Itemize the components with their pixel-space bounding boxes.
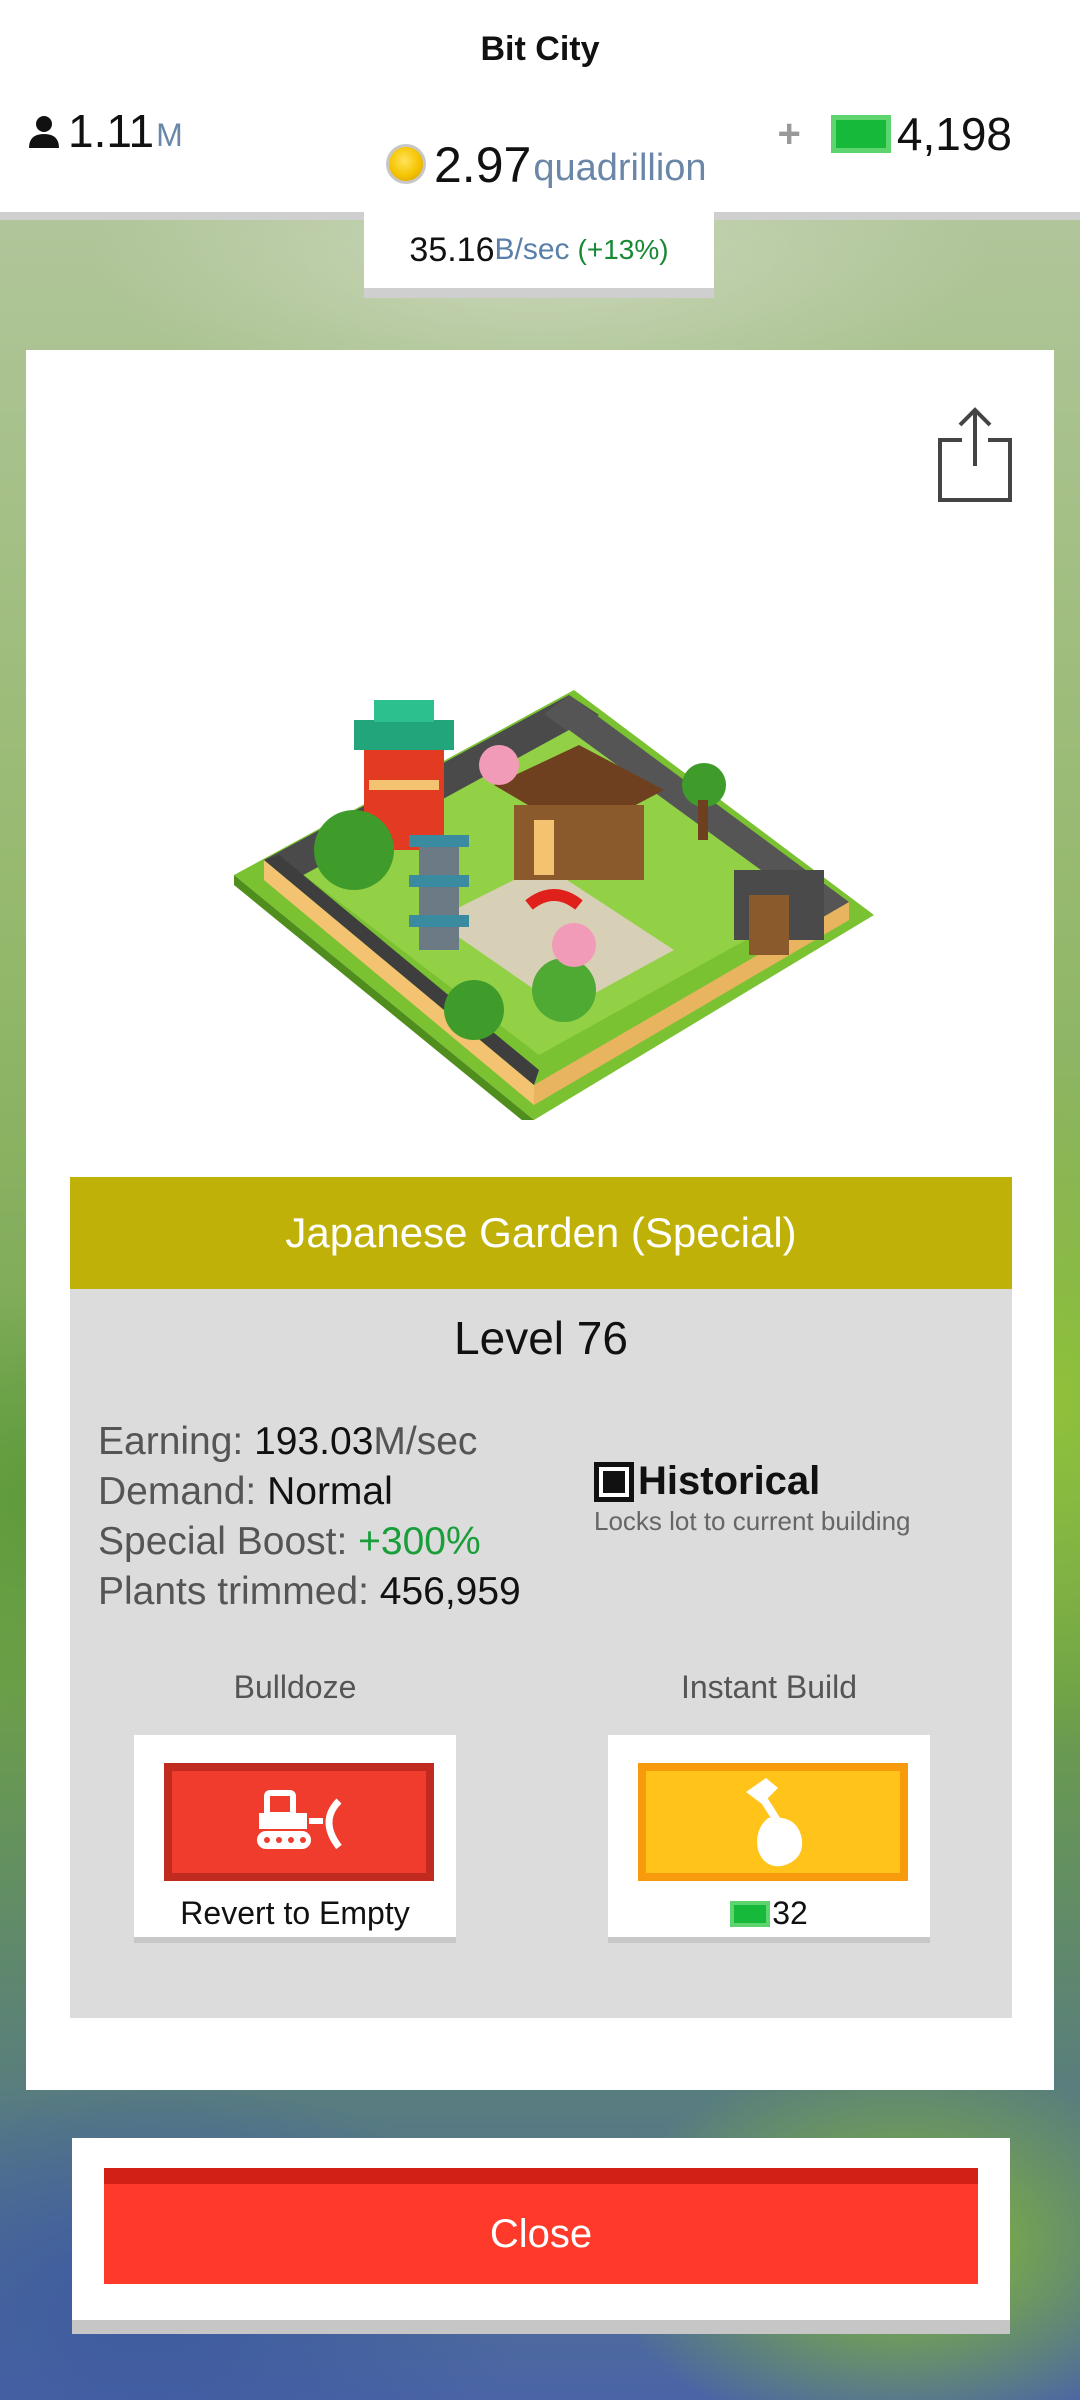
income-unit: B/sec — [494, 233, 570, 266]
building-dialog: Japanese Garden (Special) Level 76 Earni… — [26, 350, 1054, 2090]
plants-trimmed-value: 456,959 — [379, 1570, 521, 1613]
demand-row: Demand: Normal — [98, 1467, 521, 1517]
bulldoze-card[interactable]: Revert to Empty — [134, 1735, 456, 1943]
population-unit: M — [156, 117, 183, 153]
cash-icon — [730, 1900, 771, 1927]
close-button[interactable]: Close — [104, 2168, 978, 2284]
bulldoze-title: Bulldoze — [233, 1669, 357, 1705]
historical-label: Historical — [638, 1459, 821, 1503]
special-boost-label: Special Boost: — [98, 1520, 359, 1563]
income-rate: 35.16 B/sec (+13%) — [364, 212, 714, 298]
historical-checkbox[interactable] — [594, 1461, 634, 1502]
cash-counter[interactable]: + 4,198 — [778, 106, 1012, 162]
historical-description: Locks lot to current building — [594, 1506, 911, 1536]
earning-value: 193.03 — [254, 1420, 374, 1463]
bulldoze-text: Revert to Empty — [180, 1895, 410, 1931]
instant-build-button[interactable] — [638, 1763, 908, 1881]
historical-toggle[interactable]: Historical Locks lot to current building — [594, 1459, 954, 1537]
income-value: 35.16 — [409, 230, 495, 269]
plants-trimmed-row: Plants trimmed: 456,959 — [98, 1567, 521, 1617]
app-title: Bit City — [480, 30, 600, 68]
plants-trimmed-label: Plants trimmed: — [98, 1570, 380, 1613]
money-unit: quadrillion — [533, 147, 707, 189]
instant-build-title: Instant Build — [680, 1669, 858, 1705]
money-value: 2.97 — [434, 137, 532, 193]
building-info-panel: Level 76 Earning: 193.03M/sec Demand: No… — [70, 1289, 1012, 2018]
instant-build-cost-value: 32 — [772, 1895, 808, 1931]
money-counter: 2.97 quadrillion — [386, 134, 707, 194]
population-value: 1.11 — [68, 105, 155, 157]
close-button-container: Close — [72, 2138, 1010, 2334]
buy-cash-button[interactable]: + — [778, 112, 801, 157]
top-status-bar: Bit City 1.11 M 2.97 quadrillion + 4,198 — [0, 0, 1080, 220]
earning-row: Earning: 193.03M/sec — [98, 1417, 521, 1467]
cash-icon — [830, 115, 891, 153]
person-icon — [29, 116, 59, 148]
building-name-banner: Japanese Garden (Special) — [70, 1177, 1012, 1289]
special-boost-row: Special Boost: +300% — [98, 1517, 521, 1567]
hammer-icon — [746, 1778, 803, 1867]
demand-value: Normal — [267, 1470, 393, 1513]
building-level: Level 76 — [454, 1312, 628, 1364]
coin-icon — [386, 144, 426, 184]
special-boost-value: +300% — [358, 1520, 481, 1563]
earning-label: Earning: — [98, 1420, 255, 1463]
japanese-garden-image — [234, 690, 874, 1120]
instant-build-cost: 32 — [608, 1895, 930, 1932]
bulldoze-button[interactable] — [164, 1763, 434, 1881]
population-counter: 1.11 M — [26, 105, 183, 158]
bulldozer-icon — [257, 1790, 342, 1850]
building-stats: Earning: 193.03M/sec Demand: Normal Spec… — [98, 1417, 521, 1617]
share-icon[interactable] — [936, 404, 1014, 504]
instant-build-card[interactable]: 32 — [608, 1735, 930, 1943]
earning-unit: M/sec — [373, 1420, 478, 1463]
demand-label: Demand: — [98, 1470, 268, 1513]
cash-value: 4,198 — [896, 108, 1012, 160]
income-boost: (+13%) — [577, 234, 669, 265]
